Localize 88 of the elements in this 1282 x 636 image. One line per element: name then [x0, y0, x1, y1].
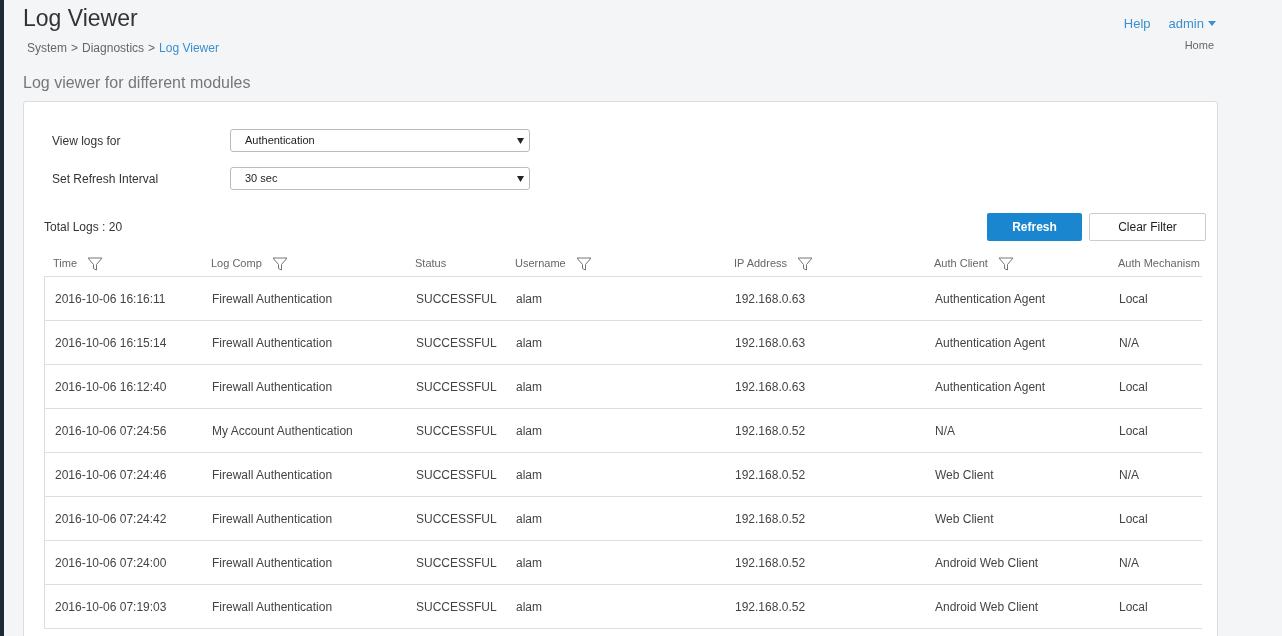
column-header[interactable]: Time [53, 255, 78, 272]
filter-icon[interactable] [271, 255, 288, 272]
table-cell-text: Firewall Authentication [211, 466, 334, 484]
table-cell-text: Firewall Authentication [211, 510, 334, 528]
table-cell-text: SUCCESSFUL [415, 334, 498, 352]
filter-icon[interactable] [797, 255, 813, 272]
table-cell-text: alam [515, 290, 543, 308]
table-cell-text: alam [515, 378, 543, 396]
table-cell-text: SUCCESSFUL [415, 422, 498, 440]
table-cell-text: N/A [934, 422, 956, 440]
table-cell-text: 192.168.0.52 [734, 598, 807, 616]
home-label: Home [1184, 37, 1214, 53]
table-cell-text: alam [515, 422, 543, 440]
help-link[interactable]: Help [1123, 14, 1151, 34]
table-cell-text: N/A [1118, 554, 1140, 572]
column-header[interactable]: Auth Mechanism [1118, 255, 1200, 272]
table-cell-text: Local [1118, 598, 1149, 616]
table-cell-text: N/A [1118, 334, 1140, 352]
filter-icon[interactable] [575, 255, 592, 272]
table-cell-text: Authentication Agent [934, 290, 1047, 308]
table-cell-text: SUCCESSFUL [415, 378, 498, 396]
table-cell-text: SUCCESSFUL [415, 466, 498, 484]
table-cell-text: 192.168.0.63 [734, 334, 807, 352]
table-cell-text: 2016-10-06 07:24:46 [54, 466, 168, 484]
column-header[interactable]: Username [515, 255, 566, 272]
refresh-button[interactable]: Refresh [987, 213, 1082, 241]
table-cell-text: Firewall Authentication [211, 598, 334, 616]
filter-icon[interactable] [87, 255, 104, 272]
field-label: Set Refresh Interval [52, 170, 160, 188]
page-title: Log Viewer [23, 4, 139, 33]
table-cell-text: 2016-10-06 16:12:40 [54, 378, 168, 396]
table-cell-text: Firewall Authentication [211, 290, 334, 308]
table-cell-text: Android Web Client [934, 598, 1040, 616]
clear-filter-button[interactable]: Clear Filter [1089, 213, 1206, 241]
breadcrumb-separator: > [148, 40, 156, 57]
table-cell-text: 2016-10-06 16:15:14 [54, 334, 168, 352]
select-field[interactable]: Authentication [230, 129, 530, 152]
table-cell-text: SUCCESSFUL [415, 290, 498, 308]
table-cell-text: alam [515, 466, 543, 484]
table-cell-text: 2016-10-06 16:16:11 [54, 290, 167, 308]
table-cell-text: 2016-10-06 07:24:00 [54, 554, 168, 572]
column-header[interactable]: IP Address [734, 255, 787, 272]
dropdown-arrow-icon [517, 137, 524, 144]
table-cell-text: N/A [1118, 466, 1140, 484]
table-cell-text: Firewall Authentication [211, 554, 334, 572]
table-cell-text: 2016-10-06 07:19:03 [54, 598, 168, 616]
table-cell-text: 192.168.0.52 [734, 510, 807, 528]
table-cell-text: Web Client [934, 466, 995, 484]
table-cell-text: alam [515, 598, 543, 616]
table-cell-text: My Account Authentication [211, 422, 354, 440]
table-cell-text: SUCCESSFUL [415, 554, 498, 572]
table-cell-text: SUCCESSFUL [415, 598, 498, 616]
table-cell-text: 2016-10-06 07:24:56 [54, 422, 168, 440]
table-cell-text: Firewall Authentication [211, 334, 334, 352]
field-label: View logs for [52, 132, 122, 150]
table-cell-text: Local [1118, 510, 1149, 528]
column-header[interactable]: Status [415, 255, 447, 272]
breadcrumb-link[interactable]: Diagnostics [82, 39, 145, 57]
filter-icon[interactable] [997, 255, 1014, 272]
table-cell-text: Local [1118, 422, 1149, 440]
table-cell-text: 192.168.0.52 [734, 466, 807, 484]
dropdown-arrow-icon [517, 175, 524, 182]
breadcrumb-separator: > [71, 40, 79, 57]
table-cell-text: alam [515, 554, 543, 572]
table-cell-text: alam [515, 510, 543, 528]
caret-icon [1208, 21, 1216, 27]
column-header[interactable]: Log Comp [211, 255, 262, 272]
table-cell-text: 192.168.0.52 [734, 422, 807, 440]
table-cell-text: Local [1118, 290, 1149, 308]
user-menu[interactable]: admin [1168, 14, 1216, 34]
section-title: Log viewer for different modules [23, 73, 252, 93]
table-cell-text: Local [1118, 378, 1149, 396]
table-cell-text: Web Client [934, 510, 995, 528]
select-field[interactable]: 30 sec [230, 167, 530, 190]
table-cell-text: 192.168.0.52 [734, 554, 807, 572]
table-cell-text: Android Web Client [934, 554, 1040, 572]
table-cell-text: 2016-10-06 07:24:42 [54, 510, 168, 528]
table-cell-text: Authentication Agent [934, 334, 1047, 352]
breadcrumb-link[interactable]: Log Viewer [159, 39, 219, 57]
table-cell-text: 192.168.0.63 [734, 290, 807, 308]
table-cell-text: SUCCESSFUL [415, 510, 498, 528]
table-cell-text: Firewall Authentication [211, 378, 334, 396]
table-cell-text: Authentication Agent [934, 378, 1047, 396]
table-cell-text: alam [515, 334, 543, 352]
breadcrumb-link[interactable]: System [27, 39, 67, 57]
total-logs: Total Logs : 20 [44, 219, 123, 236]
table-cell-text: 192.168.0.63 [734, 378, 807, 396]
column-header[interactable]: Auth Client [934, 255, 988, 272]
